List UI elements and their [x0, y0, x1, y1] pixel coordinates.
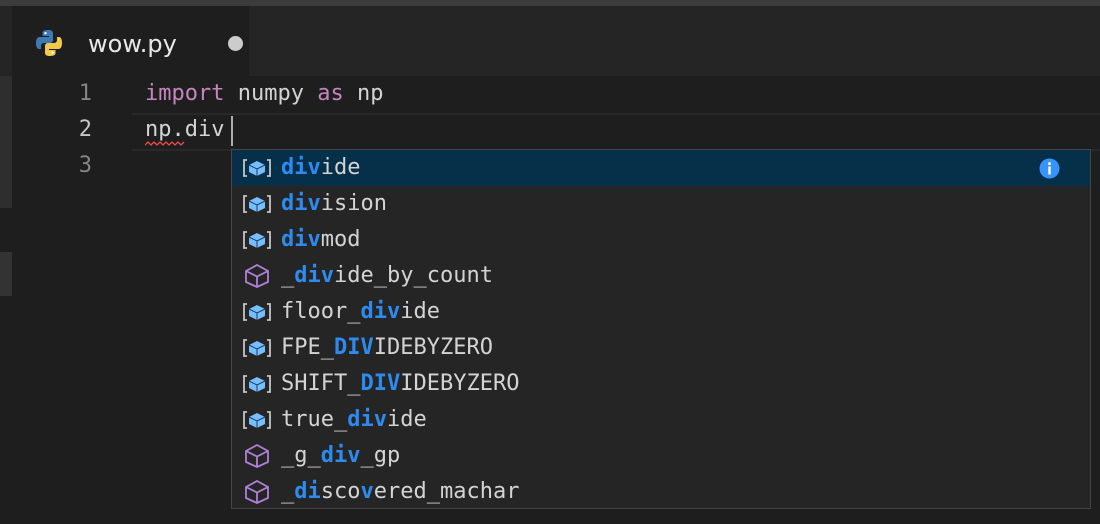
- match-highlight: div: [281, 227, 321, 252]
- suggest-item-label: floor_divide: [281, 294, 440, 330]
- label-text: ide_by_count: [334, 263, 493, 288]
- suggest-item-label: FPE_DIVIDEBYZERO: [281, 330, 493, 366]
- suggest-item[interactable]: divide: [232, 150, 1090, 186]
- suggest-item[interactable]: divmod: [232, 222, 1090, 258]
- label-text: IDEBYZERO: [400, 371, 520, 396]
- match-highlight: div: [281, 191, 321, 216]
- module-icon: [245, 264, 269, 288]
- suggest-item[interactable]: _divide_by_count: [232, 258, 1090, 294]
- label-text: ide: [320, 155, 361, 180]
- python-icon: [36, 30, 62, 56]
- code-token: numpy: [224, 81, 318, 106]
- field-icon: [243, 231, 271, 249]
- suggest-item-label: division: [281, 186, 387, 222]
- current-line-highlight: [132, 113, 1100, 151]
- tab-bar: wow.py: [0, 6, 1100, 76]
- suggest-item[interactable]: SHIFT_DIVIDEBYZERO: [232, 366, 1090, 402]
- match-highlight: di: [294, 479, 321, 504]
- match-highlight: v: [360, 479, 374, 504]
- code-token: np: [343, 81, 384, 106]
- suggest-item-label: _g_div_gp: [281, 438, 400, 474]
- suggest-item[interactable]: division: [232, 186, 1090, 222]
- code-line[interactable]: import numpy as np: [145, 76, 383, 112]
- tab-title: wow.py: [88, 30, 177, 58]
- text-cursor: [231, 116, 233, 146]
- field-icon: [243, 375, 271, 393]
- editor-window: wow.py 1 2 3 import numpy as np np.div d…: [0, 0, 1100, 524]
- field-icon: [243, 159, 271, 177]
- label-text: _g_: [281, 443, 321, 468]
- tab-wow-py[interactable]: wow.py: [12, 6, 249, 76]
- suggest-item-label: divmod: [281, 222, 361, 258]
- code-token: import: [145, 81, 225, 106]
- edge-marker: [0, 76, 12, 208]
- label-text: FPE_: [281, 335, 334, 360]
- label-text: ide: [400, 299, 440, 324]
- label-text: ide: [386, 407, 427, 432]
- label-text: sco: [320, 479, 361, 504]
- match-highlight: div: [347, 407, 387, 432]
- info-icon[interactable]: [1039, 158, 1060, 179]
- suggest-item[interactable]: true_divide: [232, 402, 1090, 438]
- unsaved-dot-icon[interactable]: [228, 36, 243, 51]
- code-token: as: [317, 81, 344, 106]
- line-number: 2: [78, 117, 92, 142]
- code-token: np.div: [145, 117, 225, 142]
- match-highlight: div: [360, 299, 401, 324]
- field-icon: [243, 339, 271, 357]
- label-text: mod: [320, 227, 361, 252]
- match-highlight: DIV: [333, 335, 374, 360]
- label-text: ision: [320, 191, 387, 216]
- error-squiggle: [145, 141, 185, 146]
- suggest-item-label: true_divide: [281, 402, 427, 438]
- label-text: IDEBYZERO: [373, 335, 493, 360]
- field-icon: [243, 303, 271, 321]
- module-icon: [245, 444, 269, 468]
- match-highlight: div: [281, 155, 321, 180]
- field-icon: [243, 411, 271, 429]
- suggest-item-label: _discovered_machar: [281, 474, 520, 508]
- suggest-item[interactable]: floor_divide: [232, 294, 1090, 330]
- label-text: ered_machar: [373, 479, 520, 504]
- label-text: SHIFT_: [281, 371, 361, 396]
- label-text: _: [281, 263, 295, 288]
- label-text: floor_: [281, 299, 361, 324]
- match-highlight: div: [320, 443, 361, 468]
- label-text: _: [281, 479, 295, 504]
- field-icon: [243, 195, 271, 213]
- suggest-widget[interactable]: divide division divmod _divide_by_count floo…: [231, 149, 1091, 509]
- module-icon: [245, 480, 269, 504]
- label-text: true_: [281, 407, 348, 432]
- match-highlight: DIV: [360, 371, 401, 396]
- suggest-item-label: divide: [281, 150, 361, 186]
- match-highlight: div: [294, 263, 334, 288]
- label-text: _gp: [360, 443, 401, 468]
- suggest-item-label: SHIFT_DIVIDEBYZERO: [281, 366, 519, 402]
- line-number: 3: [78, 153, 92, 178]
- suggest-item[interactable]: _g_div_gp: [232, 438, 1090, 474]
- suggest-item-label: _divide_by_count: [281, 258, 493, 294]
- suggest-item[interactable]: _discovered_machar: [232, 474, 1090, 508]
- edge-marker: [0, 252, 12, 296]
- suggest-item[interactable]: FPE_DIVIDEBYZERO: [232, 330, 1090, 366]
- line-number: 1: [78, 81, 92, 106]
